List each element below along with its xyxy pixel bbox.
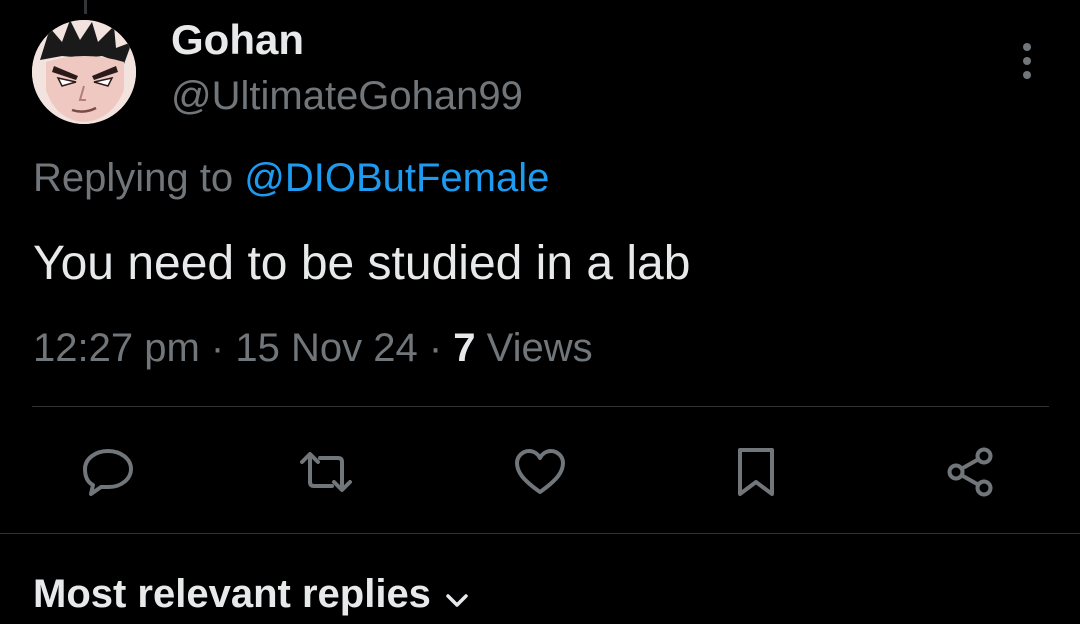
author-handle[interactable]: @UltimateGohan99	[171, 70, 523, 122]
reply-context-prefix: Replying to	[33, 156, 245, 200]
replies-section-title: Most relevant replies	[33, 572, 431, 616]
chevron-down-icon	[445, 568, 469, 624]
more-options-button[interactable]	[1004, 38, 1050, 84]
heart-icon	[515, 449, 565, 494]
tweet-date[interactable]: 15 Nov 24	[235, 326, 417, 370]
like-button[interactable]	[512, 444, 568, 500]
avatar[interactable]	[32, 20, 136, 124]
reply-context: Replying to @DIOButFemale	[33, 150, 549, 206]
meta-separator: ·	[428, 326, 443, 370]
meta-separator: ·	[210, 326, 225, 370]
avatar-image	[32, 20, 136, 124]
reply-button[interactable]	[80, 444, 136, 500]
share-icon	[947, 447, 993, 497]
reply-mention-link[interactable]: @DIOButFemale	[244, 156, 549, 200]
replies-sort-button[interactable]: Most relevant replies	[33, 566, 469, 624]
actions-divider	[0, 533, 1080, 534]
repost-button[interactable]	[298, 444, 354, 500]
reply-icon	[83, 449, 133, 496]
tweet-text: You need to be studied in a lab	[33, 237, 691, 290]
views-count[interactable]: 7	[453, 326, 475, 370]
meta-divider	[32, 406, 1049, 407]
views-label[interactable]: Views	[487, 326, 593, 370]
bookmark-button[interactable]	[728, 444, 784, 500]
repost-icon	[300, 452, 352, 492]
tweet-time[interactable]: 12:27 pm	[33, 326, 200, 370]
more-vertical-icon	[1023, 43, 1031, 79]
bookmark-icon	[738, 448, 774, 496]
author-display-name[interactable]: Gohan	[171, 14, 304, 66]
share-button[interactable]	[942, 444, 998, 500]
tweet-meta: 12:27 pm · 15 Nov 24 · 7 Views	[33, 320, 593, 376]
thread-connector-line	[84, 0, 87, 14]
